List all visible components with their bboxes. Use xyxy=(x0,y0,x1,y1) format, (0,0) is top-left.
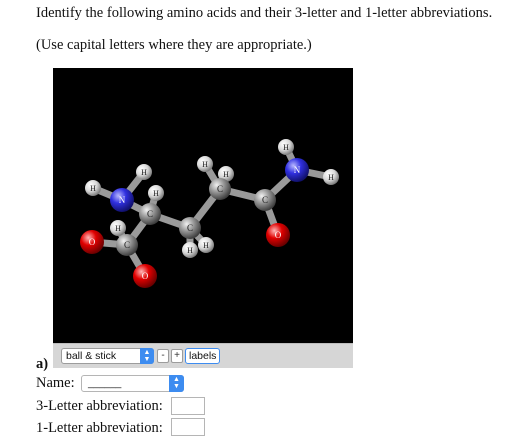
atom-label: H xyxy=(115,224,121,233)
molecule-canvas[interactable]: HHHHHHHHHHCCCCCNOOON xyxy=(53,68,353,343)
oxygen-atom: O xyxy=(80,230,104,254)
atom-label: C xyxy=(147,209,153,219)
zoom-out-button[interactable]: - xyxy=(157,349,169,363)
atom-label: N xyxy=(294,165,301,175)
atom-label: H xyxy=(328,173,334,182)
atom-label: O xyxy=(89,237,96,247)
zoom-in-button[interactable]: + xyxy=(171,349,183,363)
labels-button[interactable]: labels xyxy=(185,348,221,364)
atom-label: O xyxy=(275,230,282,240)
nitrogen-atom: N xyxy=(110,188,134,212)
carbon-atom: C xyxy=(179,217,201,239)
hydrogen-atom: H xyxy=(278,139,294,155)
atom-label: O xyxy=(142,271,149,281)
part-a-label: a) xyxy=(36,356,49,372)
atom-label: H xyxy=(153,189,159,198)
question-instruction: Identify the following amino acids and t… xyxy=(36,5,493,21)
three-letter-label: 3-Letter abbreviation: xyxy=(36,398,163,414)
nitrogen-atom: N xyxy=(285,158,309,182)
atom-label: C xyxy=(187,223,193,233)
carbon-atom: C xyxy=(116,234,138,256)
three-letter-input[interactable] xyxy=(171,397,205,415)
carbon-atom: C xyxy=(254,189,276,211)
one-letter-label: 1-Letter abbreviation: xyxy=(36,420,163,436)
oxygen-atom: O xyxy=(266,223,290,247)
hydrogen-atom: H xyxy=(198,237,214,253)
molecule-viewer[interactable]: HHHHHHHHHHCCCCCNOOON ball & stick ▲ ▼ - +… xyxy=(53,68,353,368)
hydrogen-atom: H xyxy=(110,220,126,236)
hydrogen-atom: H xyxy=(148,185,164,201)
atom-label: H xyxy=(283,143,289,152)
question-note: (Use capital letters where they are appr… xyxy=(36,37,312,53)
hydrogen-atom: H xyxy=(136,164,152,180)
hydrogen-atom: H xyxy=(197,156,213,172)
select-arrows-icon: ▲ ▼ xyxy=(140,348,154,364)
atom-label: N xyxy=(119,195,126,205)
display-style-value: ball & stick xyxy=(66,350,117,362)
hydrogen-atom: H xyxy=(323,169,339,185)
carbon-atom: C xyxy=(209,178,231,200)
viewer-control-bar: ball & stick ▲ ▼ - + labels xyxy=(53,343,353,368)
name-select[interactable]: ______ ▲ ▼ xyxy=(81,375,184,392)
atom-label: C xyxy=(262,195,268,205)
atom-label: H xyxy=(202,160,208,169)
name-label: Name: xyxy=(36,375,75,391)
select-arrows-icon: ▲ ▼ xyxy=(169,375,184,392)
one-letter-input[interactable] xyxy=(171,418,205,436)
atom-label: H xyxy=(187,246,193,255)
atom-label: H xyxy=(90,184,96,193)
hydrogen-atom: H xyxy=(85,180,101,196)
atom-label: H xyxy=(223,170,229,179)
atom-label: H xyxy=(203,241,209,250)
atom-label: H xyxy=(141,168,147,177)
atom-label: C xyxy=(124,240,130,250)
name-select-value: ______ xyxy=(88,378,122,389)
atom-label: C xyxy=(217,184,223,194)
oxygen-atom: O xyxy=(133,264,157,288)
display-style-select[interactable]: ball & stick ▲ ▼ xyxy=(61,348,154,364)
atoms-group: HHHHHHHHHHCCCCCNOOON xyxy=(80,139,339,288)
carbon-atom: C xyxy=(139,203,161,225)
hydrogen-atom: H xyxy=(182,242,198,258)
